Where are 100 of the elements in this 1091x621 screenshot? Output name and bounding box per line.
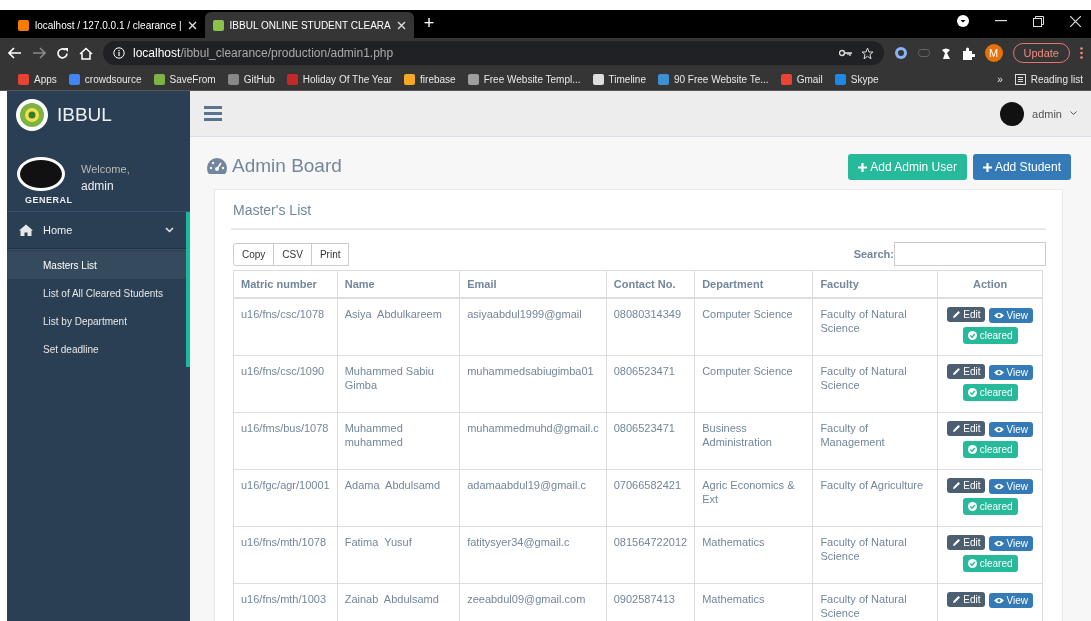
bookmark-link[interactable]: Apps bbox=[18, 73, 57, 85]
bookmark-icon bbox=[153, 73, 165, 85]
caret-icon[interactable] bbox=[1070, 111, 1077, 116]
key-icon[interactable] bbox=[838, 49, 853, 57]
edit-button[interactable]: Edit bbox=[947, 307, 986, 322]
table-cell: Faculty of Management bbox=[812, 412, 938, 470]
view-button[interactable]: View bbox=[989, 308, 1033, 323]
check-icon bbox=[967, 331, 977, 340]
table-cell: Computer Science bbox=[694, 298, 813, 356]
edit-button[interactable]: Edit bbox=[947, 535, 986, 550]
address-bar[interactable]: localhost/ibbul_clearance/production/admin1.php bbox=[103, 41, 884, 65]
bookmark-link[interactable]: Holiday Of The Year bbox=[286, 73, 393, 85]
bookmark-link[interactable]: Free Website Templ... bbox=[467, 73, 581, 85]
table-cell: u16/fns/mth/1003 bbox=[233, 583, 338, 621]
tab-search-icon[interactable] bbox=[957, 15, 969, 27]
submenu-item[interactable]: List by Department bbox=[7, 307, 186, 335]
table-cell: Muhammed Sabiu Gimba bbox=[337, 355, 460, 413]
edit-button[interactable]: Edit bbox=[947, 592, 986, 607]
browser-tab[interactable]: IBBUL ONLINE STUDENT CLEARA bbox=[204, 12, 414, 38]
more-bookmarks-button[interactable]: » bbox=[997, 73, 1003, 85]
column-header[interactable]: Action bbox=[937, 270, 1043, 298]
reading-list-button[interactable]: Reading list bbox=[1014, 73, 1083, 85]
more-icon[interactable] bbox=[1080, 47, 1083, 59]
site-icon bbox=[18, 19, 29, 31]
close-icon[interactable] bbox=[187, 20, 197, 30]
pencil-icon bbox=[952, 424, 962, 433]
bookmark-link[interactable]: Timeline bbox=[592, 73, 646, 85]
view-button[interactable]: View bbox=[989, 593, 1033, 608]
table-cell: u16/fns/csc/1090 bbox=[233, 355, 338, 413]
submenu-item[interactable]: Set deadline bbox=[7, 335, 186, 363]
check-icon bbox=[967, 502, 977, 511]
table-cell: Mathematics bbox=[694, 526, 813, 584]
home-menu-item[interactable]: Home bbox=[7, 212, 186, 249]
home-icon[interactable] bbox=[79, 46, 93, 60]
table-cell: Faculty of Natural Science bbox=[812, 298, 938, 356]
view-button[interactable]: View bbox=[989, 365, 1033, 380]
bookmark-link[interactable]: crowdsource bbox=[68, 73, 142, 85]
table-cell: u16/fms/bus/1078 bbox=[233, 412, 338, 470]
close-icon[interactable] bbox=[396, 20, 406, 30]
plus-icon bbox=[982, 162, 992, 172]
bookmark-link[interactable]: SaveFrom bbox=[153, 73, 216, 85]
bookmark-link[interactable]: firebase bbox=[404, 73, 456, 85]
bookmark-icon bbox=[467, 73, 479, 85]
table-cell: 0806523471 bbox=[606, 355, 695, 413]
browser-tab[interactable]: localhost / 127.0.0.1 / clearance | bbox=[10, 12, 205, 38]
view-button[interactable]: View bbox=[989, 479, 1033, 494]
column-header[interactable]: Faculty bbox=[812, 270, 938, 298]
view-button[interactable]: View bbox=[989, 536, 1033, 551]
table-cell: u16/fns/csc/1078 bbox=[233, 298, 338, 356]
table-cell: fatitysyer34@gmail.c bbox=[459, 526, 607, 584]
extension-icon[interactable] bbox=[893, 46, 908, 60]
avatar bbox=[17, 157, 65, 191]
bookmark-link[interactable]: GitHub bbox=[227, 73, 275, 85]
add-button[interactable]: Add Student bbox=[972, 154, 1071, 180]
bookmark-icon bbox=[227, 73, 239, 85]
bookmark-icon bbox=[68, 73, 80, 85]
export-button[interactable]: Print bbox=[310, 242, 350, 266]
submenu-item[interactable]: Masters List bbox=[7, 251, 186, 279]
edit-button[interactable]: Edit bbox=[947, 478, 986, 493]
column-header[interactable]: Department bbox=[694, 270, 813, 298]
column-header[interactable]: Email bbox=[459, 270, 607, 298]
info-icon[interactable] bbox=[113, 47, 125, 59]
table-cell: Agric Economics & Ext bbox=[694, 469, 813, 527]
menu-icon[interactable] bbox=[204, 106, 222, 121]
view-button[interactable]: View bbox=[989, 422, 1033, 437]
restore-icon[interactable] bbox=[1033, 15, 1044, 27]
user-menu[interactable]: admin bbox=[1032, 107, 1062, 120]
submenu-item[interactable]: List of All Cleared Students bbox=[7, 279, 186, 307]
user-name: admin bbox=[81, 179, 115, 193]
forward-icon[interactable] bbox=[32, 47, 46, 59]
reload-icon[interactable] bbox=[56, 46, 69, 60]
puzzle-icon[interactable] bbox=[961, 46, 975, 60]
table-cell: Faculty of Natural Science bbox=[812, 526, 938, 584]
export-button[interactable]: CSV bbox=[273, 242, 312, 266]
bookmark-link[interactable]: Gmail bbox=[780, 73, 823, 85]
panel-title: Master's List bbox=[231, 198, 1046, 230]
table-cell: Faculty of Natural Science bbox=[812, 355, 938, 413]
minimize-icon[interactable] bbox=[995, 20, 1007, 22]
table-cell: muhammedmuhd@gmail.c bbox=[459, 412, 607, 470]
bookmark-link[interactable]: 90 Free Website Te... bbox=[657, 73, 769, 85]
plus-icon bbox=[858, 162, 868, 172]
bookmark-link[interactable]: Skype bbox=[834, 73, 879, 85]
column-header[interactable]: Name bbox=[337, 270, 460, 298]
table-cell: Adama Abdulsamd bbox=[337, 469, 460, 527]
column-header[interactable]: Contact No. bbox=[606, 270, 695, 298]
search-field[interactable] bbox=[894, 242, 1046, 266]
table-cell: 081564722012 bbox=[606, 526, 695, 584]
avatar[interactable] bbox=[1000, 101, 1025, 126]
edit-button[interactable]: Edit bbox=[947, 421, 986, 436]
column-header[interactable]: Matric number bbox=[233, 270, 338, 298]
eye-icon bbox=[994, 483, 1005, 490]
star-icon[interactable] bbox=[860, 46, 874, 60]
bookmark-icon bbox=[404, 73, 416, 85]
page-title: Admin Board bbox=[232, 155, 342, 177]
export-button[interactable]: Copy bbox=[233, 242, 275, 266]
edit-button[interactable]: Edit bbox=[947, 364, 986, 379]
back-icon[interactable] bbox=[8, 47, 22, 59]
logo-icon bbox=[15, 98, 49, 132]
new-tab-button[interactable]: + bbox=[423, 13, 435, 34]
close-icon[interactable] bbox=[1070, 15, 1081, 27]
